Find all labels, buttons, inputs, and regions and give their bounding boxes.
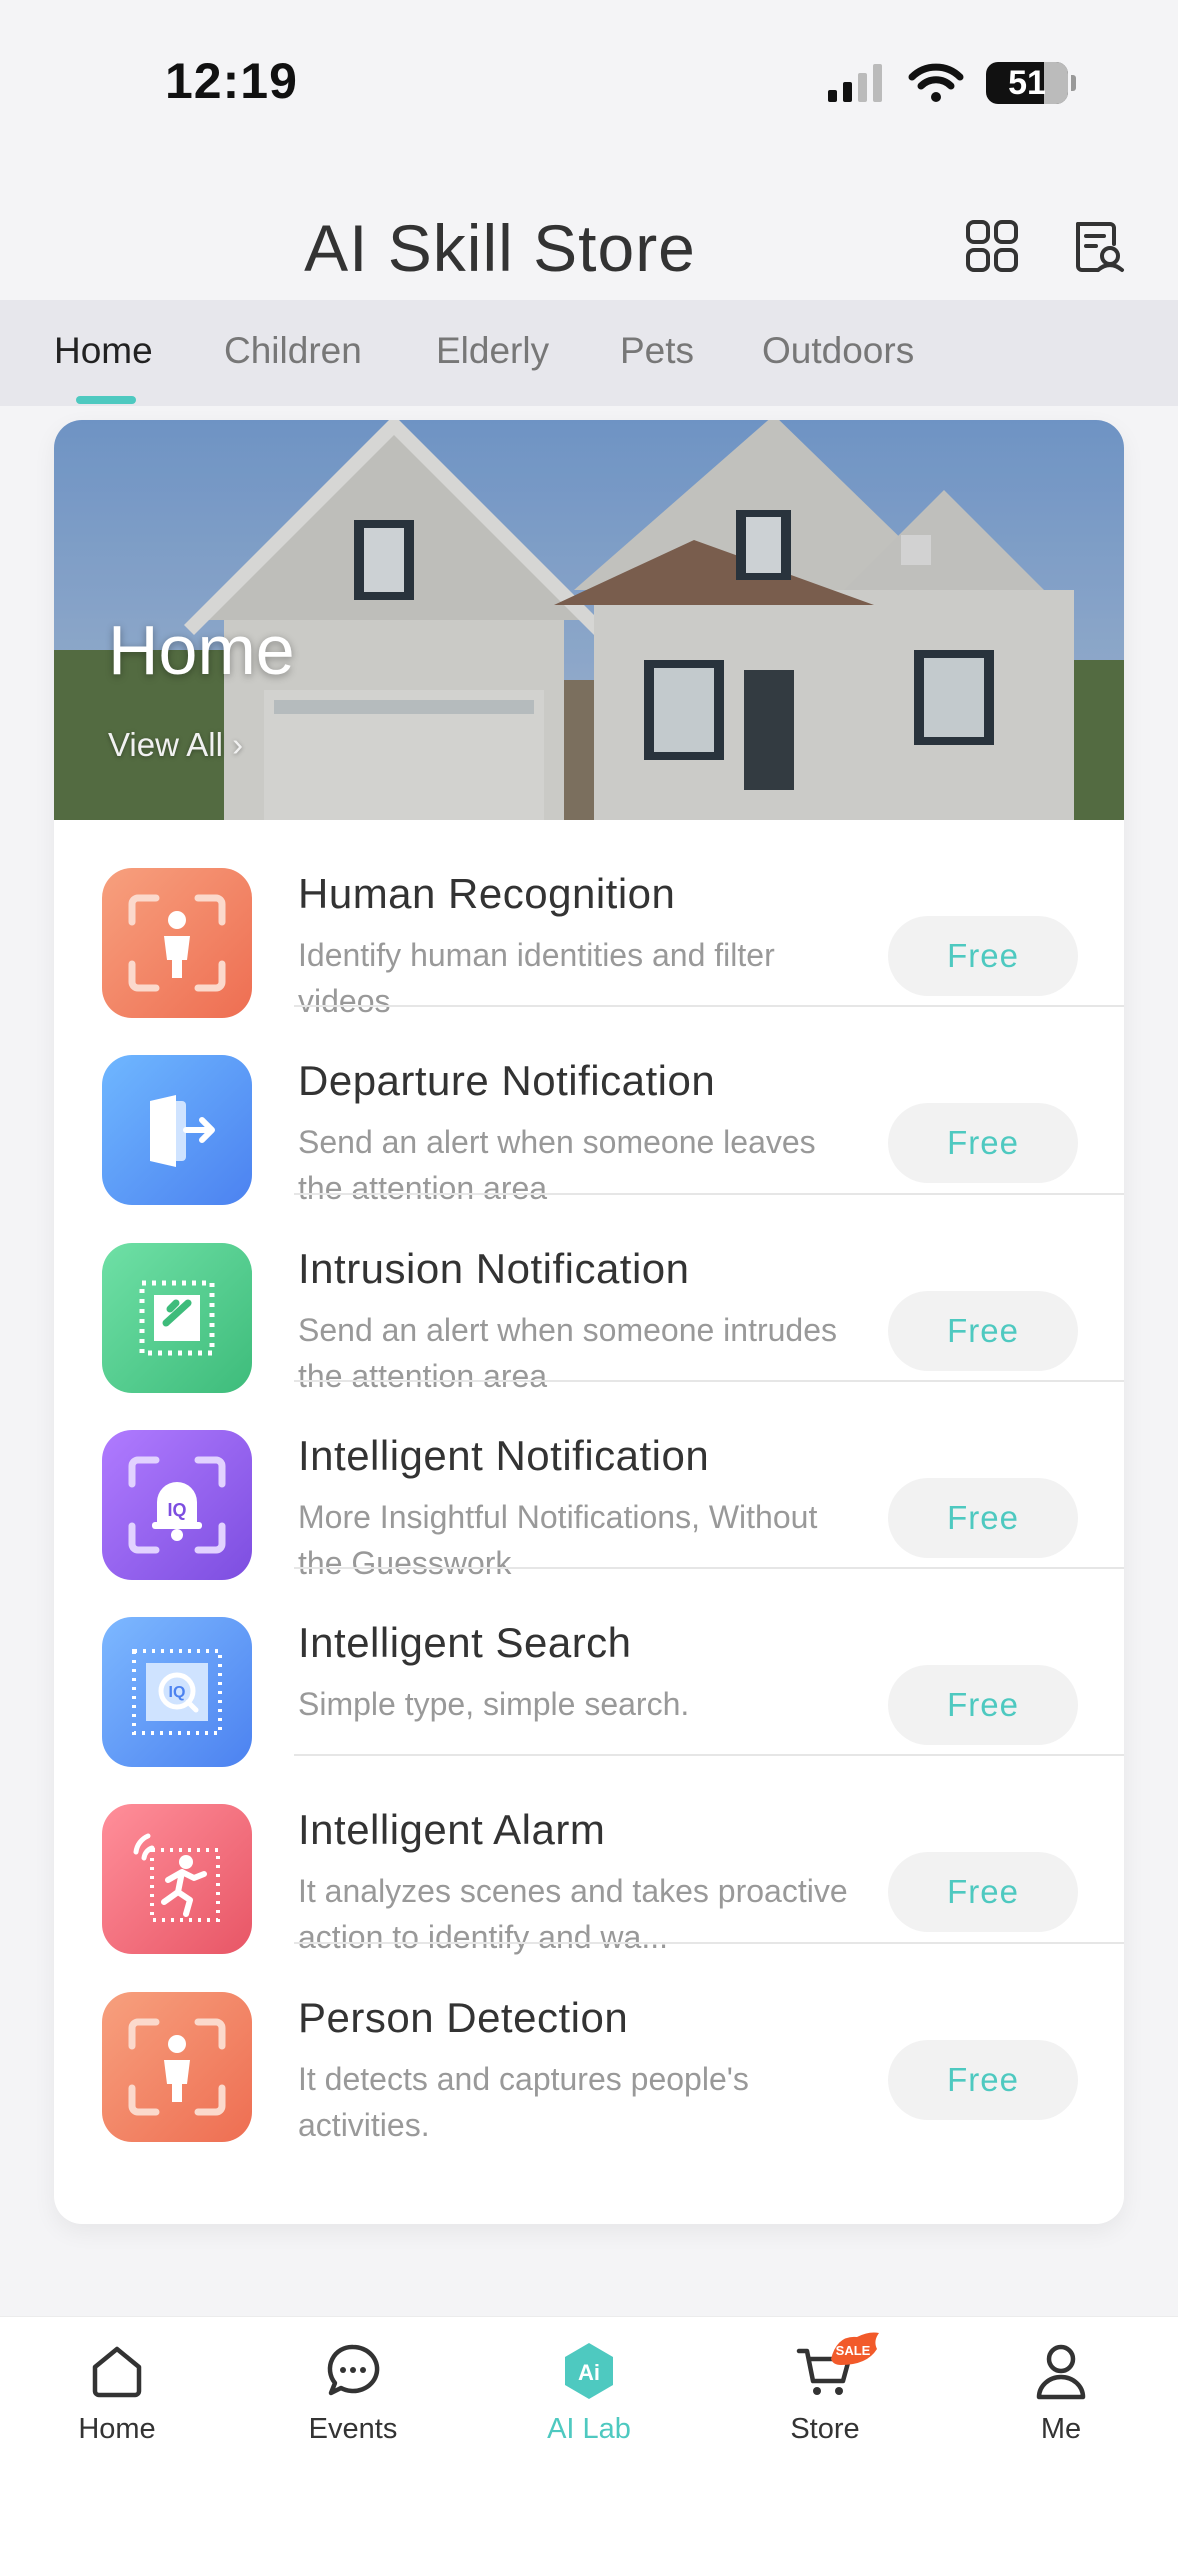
- view-all-link[interactable]: View All ›: [108, 726, 243, 764]
- list-item[interactable]: Intrusion Notification Send an alert whe…: [54, 1195, 1124, 1394]
- free-button[interactable]: Free: [888, 916, 1078, 996]
- nav-label: Me: [1040, 2413, 1082, 2445]
- nav-ai-lab[interactable]: Ai AI Lab: [499, 2339, 679, 2446]
- free-button[interactable]: Free: [888, 1290, 1078, 1371]
- nav-label: Store: [790, 2413, 860, 2445]
- grid-icon: [966, 220, 1018, 272]
- bell-icon: IQ: [102, 1429, 252, 1580]
- active-tab-indicator: [76, 396, 136, 404]
- departure-icon: [102, 1055, 252, 1206]
- signal-icon: [828, 64, 882, 102]
- wifi-icon: [908, 63, 964, 102]
- skill-title: Human Recognition: [298, 870, 676, 917]
- battery-level: 51: [1008, 64, 1046, 102]
- tab-elderly[interactable]: Elderly: [436, 330, 549, 372]
- nav-label: Home: [78, 2413, 156, 2445]
- list-item[interactable]: Human Recognition Identify human identit…: [54, 820, 1124, 1019]
- skill-description: Simple type, simple search.: [298, 1686, 690, 1723]
- skill-title: Intelligent Notification: [298, 1431, 710, 1479]
- page-title: AI Skill Store: [304, 211, 696, 285]
- view-all-label: View All: [108, 726, 223, 763]
- nav-me[interactable]: Me: [971, 2339, 1151, 2446]
- skill-list: Human Recognition Identify human identit…: [54, 820, 1124, 2143]
- free-button[interactable]: Free: [888, 1852, 1078, 1933]
- list-item[interactable]: Person Detection It detects and captures…: [54, 1944, 1124, 2143]
- tab-home[interactable]: Home: [54, 330, 153, 372]
- svg-text:Ai: Ai: [578, 2360, 600, 2385]
- nav-store[interactable]: SALE Store: [735, 2332, 915, 2446]
- person-detection-icon: [102, 1991, 252, 2142]
- tab-pets[interactable]: Pets: [620, 330, 694, 372]
- ai-icon: Ai: [565, 2343, 613, 2399]
- list-item[interactable]: Departure Notification Send an alert whe…: [54, 1007, 1124, 1206]
- human-recognition-icon: [102, 868, 252, 1018]
- alarm-running-icon: [102, 1804, 252, 1955]
- free-button[interactable]: Free: [888, 2039, 1078, 2120]
- status-time: 12:19: [165, 53, 298, 109]
- nav-events[interactable]: Events: [263, 2339, 443, 2446]
- skill-title: Intelligent Search: [298, 1619, 632, 1667]
- skills-card: Home View All › Human Recognition Identi…: [54, 420, 1124, 2224]
- skill-title: Intelligent Alarm: [298, 1806, 606, 1854]
- sale-badge-label: SALE: [836, 2343, 871, 2358]
- tab-children[interactable]: Children: [224, 330, 362, 372]
- nav-label: AI Lab: [547, 2413, 631, 2445]
- bottom-nav: Home Events Ai AI Lab SALE Store Me: [0, 2316, 1178, 2560]
- hero-banner[interactable]: Home View All ›: [54, 420, 1124, 820]
- svg-text:IQ: IQ: [169, 1684, 186, 1701]
- status-icons: 51: [826, 62, 1076, 104]
- person-icon: [1036, 2344, 1086, 2400]
- list-item[interactable]: Intelligent Alarm It analyzes scenes and…: [54, 1756, 1124, 1955]
- free-button[interactable]: Free: [888, 1665, 1078, 1746]
- sale-badge: SALE: [831, 2332, 879, 2365]
- intrusion-icon: [102, 1242, 252, 1393]
- hero-title: Home: [108, 611, 295, 689]
- records-button[interactable]: [1070, 218, 1126, 274]
- document-search-icon: [1076, 222, 1124, 272]
- tab-outdoors[interactable]: Outdoors: [762, 330, 914, 372]
- category-tabs: Home Children Elderly Pets Outdoors: [0, 300, 1178, 406]
- svg-text:IQ: IQ: [167, 1500, 186, 1520]
- list-item[interactable]: IQ Intelligent Notification More Insight…: [54, 1382, 1124, 1581]
- chevron-right-icon: ›: [232, 726, 244, 763]
- free-button[interactable]: Free: [888, 1103, 1078, 1184]
- skill-title: Intrusion Notification: [298, 1244, 690, 1292]
- header: AI Skill Store: [0, 190, 1178, 300]
- status-bar: 12:19 51: [0, 0, 1178, 140]
- nav-label: Events: [308, 2413, 398, 2445]
- list-item[interactable]: IQ Intelligent Search Simple type, simpl…: [54, 1569, 1124, 1768]
- search-iq-icon: IQ: [102, 1617, 252, 1768]
- battery-indicator: 51: [986, 62, 1076, 104]
- chat-icon: [327, 2344, 380, 2396]
- nav-home[interactable]: Home: [27, 2339, 207, 2446]
- skill-title: Departure Notification: [298, 1057, 716, 1105]
- home-icon: [92, 2346, 142, 2398]
- skill-title: Person Detection: [298, 1993, 629, 2041]
- skill-description: It detects and captures people's activit…: [298, 2060, 749, 2143]
- grid-button[interactable]: [964, 218, 1020, 274]
- free-button[interactable]: Free: [888, 1477, 1078, 1558]
